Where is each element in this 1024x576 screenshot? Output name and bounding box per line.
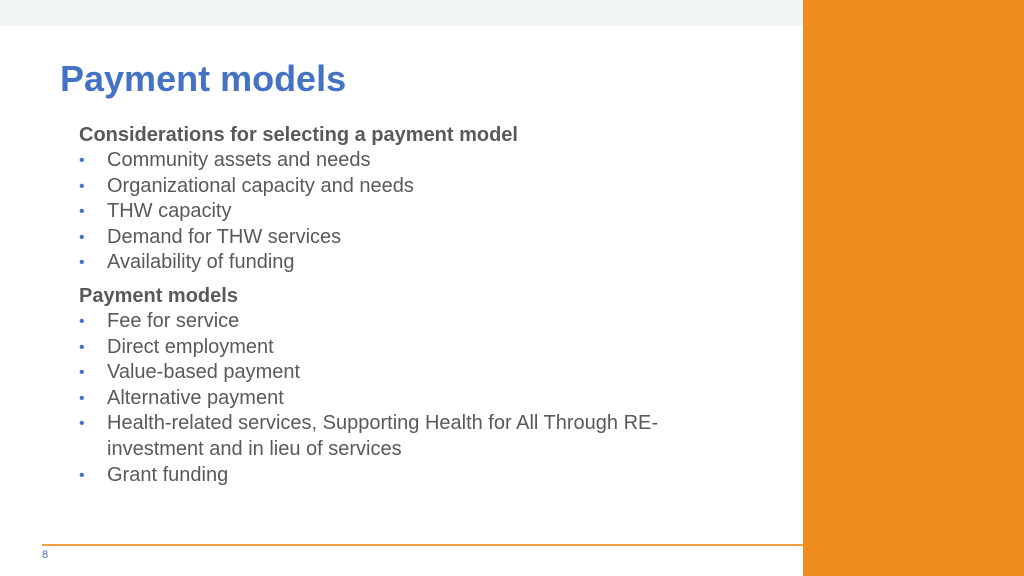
bullet-icon: • (79, 177, 85, 195)
accent-side-panel (803, 0, 1024, 576)
list-item-text: Alternative payment (107, 386, 284, 409)
top-band (0, 0, 803, 26)
list-item-text: Grant funding (107, 463, 229, 486)
list-item-text: Fee for service (107, 309, 240, 332)
list-item-text: THW capacity (107, 200, 232, 223)
bullet-icon: • (79, 203, 85, 221)
bullet-icon: • (79, 364, 85, 382)
section-heading: Payment models (79, 284, 238, 307)
footer-divider (42, 544, 803, 546)
list-item: • Availability of funding (79, 250, 719, 276)
list-item: • Alternative payment (79, 386, 719, 412)
payment-models-list: • Fee for service • Direct employment • Val… (79, 309, 719, 488)
list-item: • Direct employment (79, 335, 719, 361)
list-item-text: Organizational capacity and needs (107, 174, 414, 197)
list-item-text: Availability of funding (107, 251, 295, 274)
list-item: • Community assets and needs (79, 148, 719, 174)
list-item: • Grant funding (79, 463, 719, 489)
bullet-icon: • (79, 389, 85, 407)
bullet-icon: • (79, 152, 85, 169)
list-item-text: Direct employment (107, 335, 274, 358)
bullet-icon: • (79, 415, 85, 433)
list-item: • Health-related services, Supporting Hea… (79, 411, 719, 462)
slide-title: Payment models (60, 58, 347, 99)
list-item-text: Value-based payment (107, 361, 301, 384)
list-item: • Fee for service (79, 309, 719, 335)
list-item-text: Health-related services, Supporting Heal… (107, 412, 659, 460)
list-item-text: Community assets and needs (107, 149, 371, 171)
list-item: • Demand for THW services (79, 225, 719, 251)
bullet-icon: • (79, 312, 85, 330)
bullet-icon: • (79, 466, 85, 484)
considerations-list: • Community assets and needs • Organizatio… (79, 148, 719, 276)
list-item: • Value-based payment (79, 360, 719, 386)
slide-body: Considerations for selecting a payment m… (79, 122, 719, 488)
list-item-text: Demand for THW services (107, 225, 342, 248)
list-item: • Organizational capacity and needs (79, 174, 719, 200)
considerations-section: Considerations for selecting a payment m… (79, 122, 719, 276)
bullet-icon: • (79, 228, 85, 246)
bullet-icon: • (79, 338, 85, 356)
payment-models-section: Payment models • Fee for service • Direct … (79, 283, 719, 488)
section-heading: Considerations for selecting a payment m… (79, 124, 518, 146)
bullet-icon: • (79, 254, 85, 272)
page-number: 8 (42, 549, 49, 561)
list-item: • THW capacity (79, 199, 719, 225)
